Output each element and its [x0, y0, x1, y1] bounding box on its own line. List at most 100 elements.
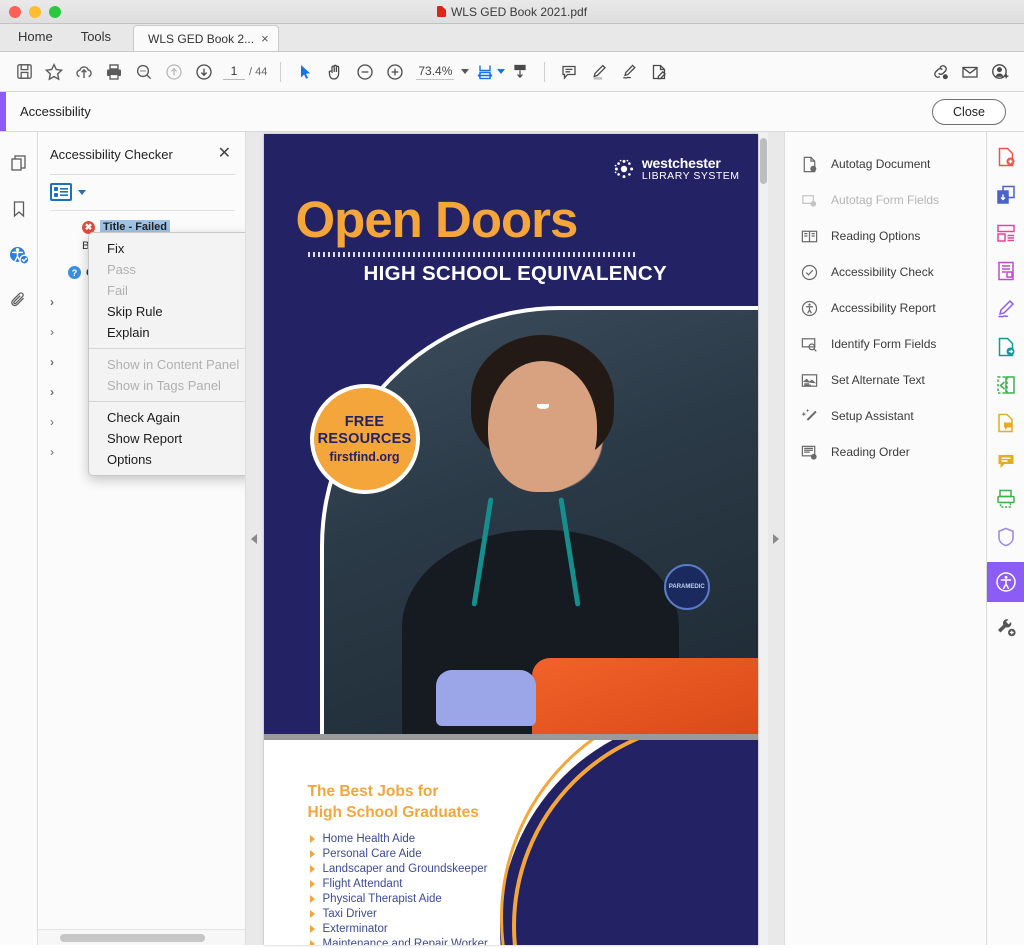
next-page-icon[interactable] [189, 57, 219, 87]
page-hero: westchester LIBRARY SYSTEM Open Doors HI… [263, 134, 758, 734]
chevron-right-icon[interactable]: › [50, 445, 60, 459]
scroll-mode-icon[interactable] [505, 57, 535, 87]
menu-item-options[interactable]: Options [89, 449, 245, 470]
close-icon[interactable]: ✕ [218, 146, 231, 162]
tool-setup-assistant[interactable]: Setup Assistant [799, 398, 986, 434]
bookmarks-icon[interactable] [6, 196, 32, 222]
edit-pdf-icon[interactable] [993, 258, 1019, 284]
menu-item-check-again[interactable]: Check Again [89, 407, 245, 428]
tool-reading-order[interactable]: Reading Order [799, 434, 986, 470]
starburst-icon [613, 158, 635, 180]
options-list-icon[interactable] [50, 183, 72, 201]
upload-cloud-icon[interactable] [69, 57, 99, 87]
previous-page-icon[interactable] [159, 57, 189, 87]
protect-export-icon[interactable] [993, 334, 1019, 360]
close-accessibility-button[interactable]: Close [932, 98, 1006, 125]
link-share-icon[interactable] [925, 57, 955, 87]
tool-autotag-document[interactable]: Autotag Document [799, 146, 986, 182]
next-page-arrow[interactable] [768, 132, 784, 945]
jobs-heading-line-2: High School Graduates [307, 803, 479, 821]
export-pdf-icon[interactable] [993, 182, 1019, 208]
chevron-right-icon[interactable]: › [50, 415, 60, 429]
tool-identify-form-fields[interactable]: Identify Form Fields [799, 326, 986, 362]
more-tools-icon[interactable] [993, 614, 1019, 640]
page-number-input[interactable]: 1 [223, 64, 245, 80]
chevron-right-icon[interactable]: › [50, 295, 60, 309]
job-label: Maintenance and Repair Worker [322, 938, 488, 945]
accessibility-check-icon [799, 262, 819, 282]
scrollbar-thumb[interactable] [60, 933, 205, 942]
zoom-control[interactable]: 73.4% [416, 64, 470, 80]
tab-document-label: WLS GED Book 2... [148, 31, 255, 46]
menu-item-show-report[interactable]: Show Report [89, 428, 245, 449]
menu-item-explain[interactable]: Explain [89, 322, 245, 343]
hand-tool-icon[interactable] [320, 57, 350, 87]
chevron-right-icon[interactable]: › [50, 355, 60, 369]
triangle-right-icon [309, 880, 315, 889]
email-icon[interactable] [955, 57, 985, 87]
chevron-right-icon[interactable]: › [50, 385, 60, 399]
tab-document[interactable]: WLS GED Book 2... × [133, 25, 279, 51]
zoom-in-icon[interactable] [380, 57, 410, 87]
attachments-icon[interactable] [6, 288, 32, 314]
menu-item-show-in-content-panel: Show in Content Panel [107, 357, 240, 372]
zoom-level-value[interactable]: 73.4% [416, 64, 455, 80]
tool-reading-options[interactable]: Reading Options [799, 218, 986, 254]
triangle-right-icon [309, 925, 315, 934]
tool-set-alternate-text[interactable]: Set Alternate Text [799, 362, 986, 398]
scrollbar-thumb[interactable] [760, 138, 767, 184]
document-vertical-scrollbar[interactable] [759, 132, 768, 945]
create-pdf-icon[interactable] [993, 144, 1019, 170]
list-item: Maintenance and Repair Worker [308, 937, 488, 945]
pdf-page[interactable]: westchester LIBRARY SYSTEM Open Doors HI… [263, 134, 758, 945]
accessibility-tool-bar: Accessibility Close [0, 92, 1024, 132]
accessibility-checker-icon[interactable] [6, 242, 32, 268]
comment-icon[interactable] [993, 448, 1019, 474]
search-icon[interactable] [129, 57, 159, 87]
scan-ocr-icon[interactable] [993, 486, 1019, 512]
chevron-down-icon[interactable] [461, 69, 470, 74]
tool-label: Autotag Form Fields [831, 193, 940, 207]
fill-sign-icon[interactable] [993, 296, 1019, 322]
chevron-down-icon[interactable] [497, 69, 506, 74]
nav-home[interactable]: Home [4, 24, 67, 51]
tool-accessibility-check[interactable]: Accessibility Check [799, 254, 986, 290]
reading-order-icon [799, 442, 819, 462]
checker-options-menu[interactable]: Fix Pass Fail Skip Rule Explain Show in … [88, 232, 245, 476]
highlight-icon[interactable] [584, 57, 614, 87]
photo-orange-gear [531, 657, 758, 734]
nav-tools[interactable]: Tools [67, 24, 125, 51]
organize-pages-icon[interactable] [993, 220, 1019, 246]
accessibility-checker-panel: Accessibility Checker ✕ ✖ Title - Failed… [38, 132, 246, 945]
accessibility-icon[interactable] [986, 562, 1024, 602]
menu-item-skip-rule[interactable]: Skip Rule [89, 301, 245, 322]
close-icon[interactable]: × [261, 31, 269, 46]
comment-icon[interactable] [554, 57, 584, 87]
comment-pdf-icon[interactable] [993, 410, 1019, 436]
zoom-out-icon[interactable] [350, 57, 380, 87]
menu-item-fix[interactable]: Fix [89, 238, 245, 259]
previous-page-arrow[interactable] [246, 132, 262, 945]
save-icon[interactable] [9, 57, 39, 87]
sign-icon[interactable] [614, 57, 644, 87]
checker-horizontal-scrollbar[interactable] [38, 929, 245, 945]
fit-page-icon[interactable] [475, 57, 506, 87]
tool-accessibility-report[interactable]: Accessibility Report [799, 290, 986, 326]
chevron-right-icon[interactable]: › [50, 325, 60, 339]
crop-pages-icon[interactable] [993, 372, 1019, 398]
star-icon[interactable] [39, 57, 69, 87]
menu-item-show-in-tags-panel: Show in Tags Panel [107, 378, 221, 393]
chevron-down-icon[interactable] [78, 189, 86, 195]
add-user-icon[interactable] [985, 57, 1015, 87]
select-cursor-icon[interactable] [290, 57, 320, 87]
menu-separator [89, 401, 245, 402]
page-thumbnails-icon[interactable] [6, 150, 32, 176]
protect-icon[interactable] [993, 524, 1019, 550]
westchester-library-logo: westchester LIBRARY SYSTEM [613, 156, 740, 182]
request-signature-icon[interactable] [644, 57, 674, 87]
triangle-right-icon [309, 865, 315, 874]
photo-glove [436, 670, 537, 726]
list-item: Landscaper and Groundskeeper [308, 862, 488, 877]
print-icon[interactable] [99, 57, 129, 87]
triangle-right-icon [309, 940, 315, 945]
